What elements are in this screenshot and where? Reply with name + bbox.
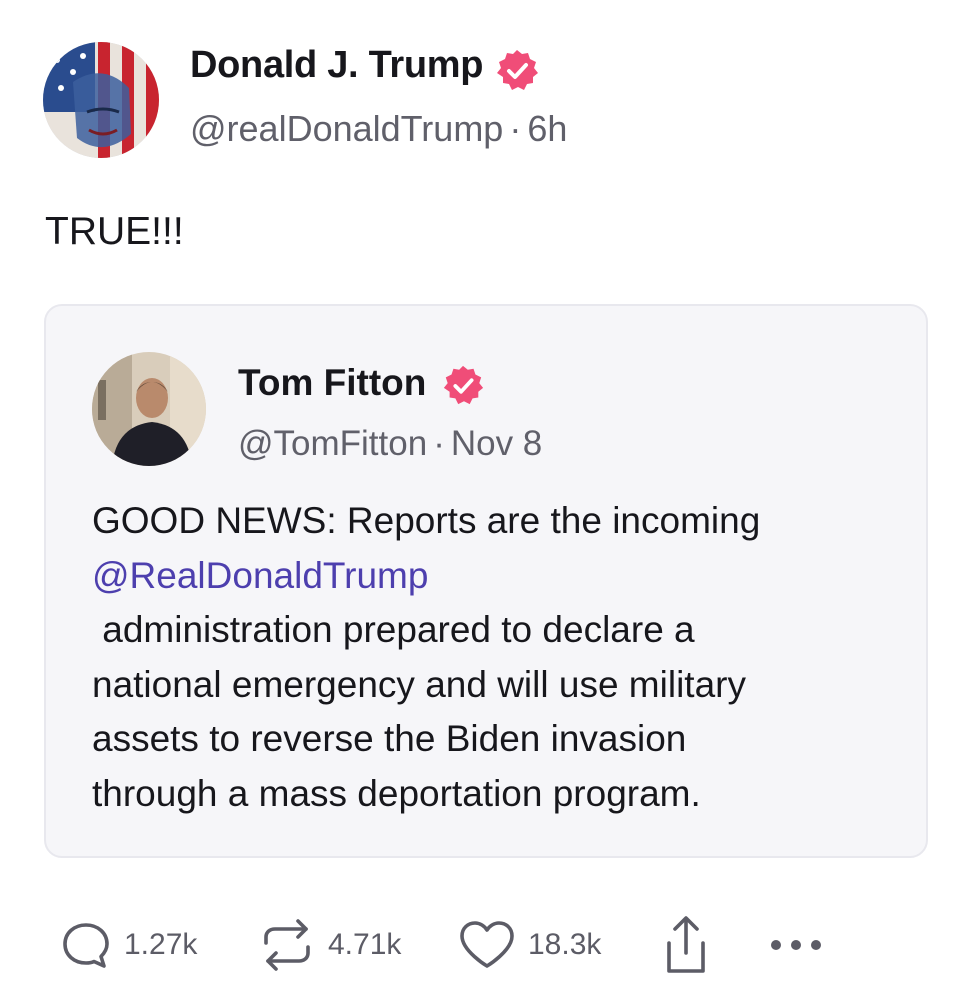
quote-text-line: GOOD NEWS: Reports are the incoming bbox=[92, 500, 761, 541]
like-button[interactable]: 18.3k bbox=[458, 910, 601, 980]
verified-badge-icon bbox=[497, 50, 538, 90]
quote-text-line: national emergency and will use military bbox=[92, 663, 746, 705]
post-text: TRUE!!! bbox=[45, 210, 184, 253]
quote-text: GOOD NEWS: Reports are the incoming @Rea… bbox=[92, 494, 892, 821]
like-icon bbox=[460, 921, 514, 968]
reply-icon bbox=[63, 923, 109, 968]
more-options-button[interactable] bbox=[768, 910, 824, 980]
author-avatar[interactable] bbox=[43, 42, 159, 158]
quote-text-line: administration prepared to declare a bbox=[92, 609, 695, 650]
repost-button[interactable]: 4.71k bbox=[258, 910, 401, 980]
reply-count: 1.27k bbox=[124, 928, 198, 961]
quote-author-meta: @TomFitton · Nov 8 bbox=[238, 424, 542, 464]
like-count: 18.3k bbox=[528, 928, 602, 961]
quote-author-name[interactable]: Tom Fitton bbox=[238, 362, 426, 404]
verified-badge-icon bbox=[443, 365, 484, 405]
reply-button[interactable]: 1.27k bbox=[60, 910, 197, 980]
post-time[interactable]: 6h bbox=[527, 108, 567, 149]
quote-author-avatar[interactable] bbox=[92, 352, 206, 466]
quote-author-name-text: Tom Fitton bbox=[238, 362, 427, 403]
meta-separator: · bbox=[509, 108, 522, 149]
quoted-post-card[interactable]: Tom Fitton @TomFitton · Nov 8 GOOD NEWS: R… bbox=[44, 304, 928, 858]
more-icon bbox=[771, 940, 821, 950]
quote-author-handle[interactable]: @TomFitton bbox=[238, 424, 427, 463]
quote-post-date[interactable]: Nov 8 bbox=[451, 424, 542, 463]
author-meta: @realDonaldTrump · 6h bbox=[190, 108, 567, 150]
author-handle[interactable]: @realDonaldTrump bbox=[190, 108, 503, 149]
author-name[interactable]: Donald J. Trump bbox=[190, 44, 484, 87]
mention-link[interactable]: @RealDonaldTrump bbox=[92, 549, 892, 604]
action-bar: 1.27k 4.71k 18.3k bbox=[0, 910, 974, 980]
quote-text-line: through a mass deportation program. bbox=[92, 772, 701, 814]
repost-count: 4.71k bbox=[328, 928, 402, 961]
share-icon bbox=[667, 916, 705, 973]
repost-icon bbox=[264, 919, 310, 971]
share-button[interactable] bbox=[662, 910, 710, 980]
quote-author-avatar-image bbox=[92, 352, 206, 466]
meta-separator: · bbox=[433, 424, 445, 463]
author-avatar-image bbox=[43, 42, 159, 158]
quote-text-line: assets to reverse the Biden invasion bbox=[92, 718, 687, 759]
author-name-text: Donald J. Trump bbox=[190, 44, 484, 86]
